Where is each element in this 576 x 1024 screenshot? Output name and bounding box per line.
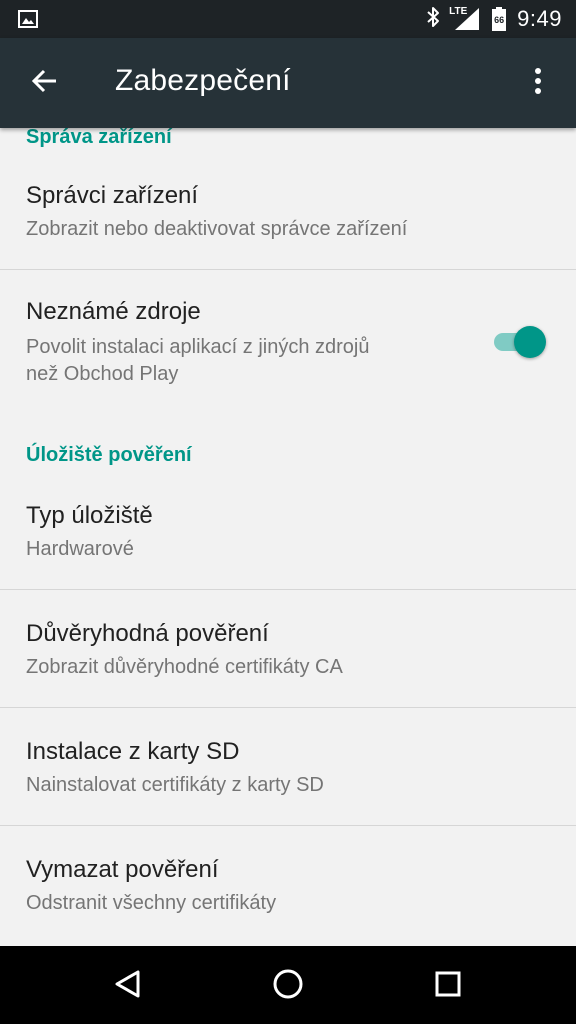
network-label: LTE <box>449 6 468 17</box>
more-vert-icon <box>534 67 542 100</box>
navigation-bar <box>0 946 576 1024</box>
list-item-device-admins[interactable]: Správci zařízení Zobrazit nebo deaktivov… <box>0 168 576 268</box>
unknown-sources-toggle[interactable] <box>494 326 546 358</box>
nav-recents-button[interactable] <box>426 964 470 1008</box>
page-title: Zabezpečení <box>115 64 291 97</box>
item-summary: Hardwarové <box>26 538 134 560</box>
list-item-storage-type[interactable]: Typ úložiště Hardwarové <box>0 488 576 588</box>
image-icon <box>18 10 38 28</box>
status-bar: LTE 66 9:49 <box>0 0 576 38</box>
list-item-clear-credentials[interactable]: Vymazat pověření Odstranit všechny certi… <box>0 826 576 943</box>
item-title: Správci zařízení <box>26 182 199 209</box>
settings-list[interactable]: Správa zařízení Správci zařízení Zobrazi… <box>0 128 576 946</box>
toggle-thumb <box>514 326 546 358</box>
item-title: Typ úložiště <box>26 502 153 529</box>
bluetooth-icon <box>425 5 441 34</box>
item-title: Důvěryhodná pověření <box>26 620 269 647</box>
overflow-menu-button[interactable] <box>520 65 556 101</box>
item-summary: Nainstalovat certifikáty z karty SD <box>26 774 324 796</box>
arrow-left-icon <box>30 67 58 100</box>
nav-back-button[interactable] <box>106 964 150 1008</box>
battery-level: 66 <box>494 15 505 25</box>
recents-square-icon <box>434 970 462 1003</box>
list-item-trusted-credentials[interactable]: Důvěryhodná pověření Zobrazit důvěryhodn… <box>0 590 576 707</box>
home-circle-icon <box>272 968 304 1005</box>
screen: LTE 66 9:49 Zabezpečení Správa zařízení … <box>0 0 576 1024</box>
item-title: Instalace z karty SD <box>26 738 240 765</box>
section-header-credential-storage: Úložiště pověření <box>26 444 192 466</box>
item-summary: Zobrazit důvěryhodné certifikáty CA <box>26 656 343 678</box>
back-button[interactable] <box>26 65 62 101</box>
item-title: Neznámé zdroje <box>26 298 201 325</box>
item-summary: Zobrazit nebo deaktivovat správce zaříze… <box>26 218 408 240</box>
back-triangle-icon <box>113 969 143 1004</box>
item-summary: Odstranit všechny certifikáty <box>26 892 277 914</box>
status-time: 9:49 <box>517 6 562 31</box>
list-item-unknown-sources[interactable]: Neznámé zdroje Povolit instalaci aplikac… <box>0 270 576 395</box>
item-title: Vymazat pověření <box>26 856 219 883</box>
battery-icon: 66 <box>491 6 507 32</box>
signal-icon: LTE <box>449 6 481 32</box>
nav-home-button[interactable] <box>266 964 310 1008</box>
item-summary: Povolit instalaci aplikací z jiných zdro… <box>26 336 370 385</box>
list-item-install-from-sd[interactable]: Instalace z karty SD Nainstalovat certif… <box>0 708 576 825</box>
app-bar: Zabezpečení <box>0 38 576 128</box>
section-header-device-admin: Správa zařízení <box>26 128 172 148</box>
